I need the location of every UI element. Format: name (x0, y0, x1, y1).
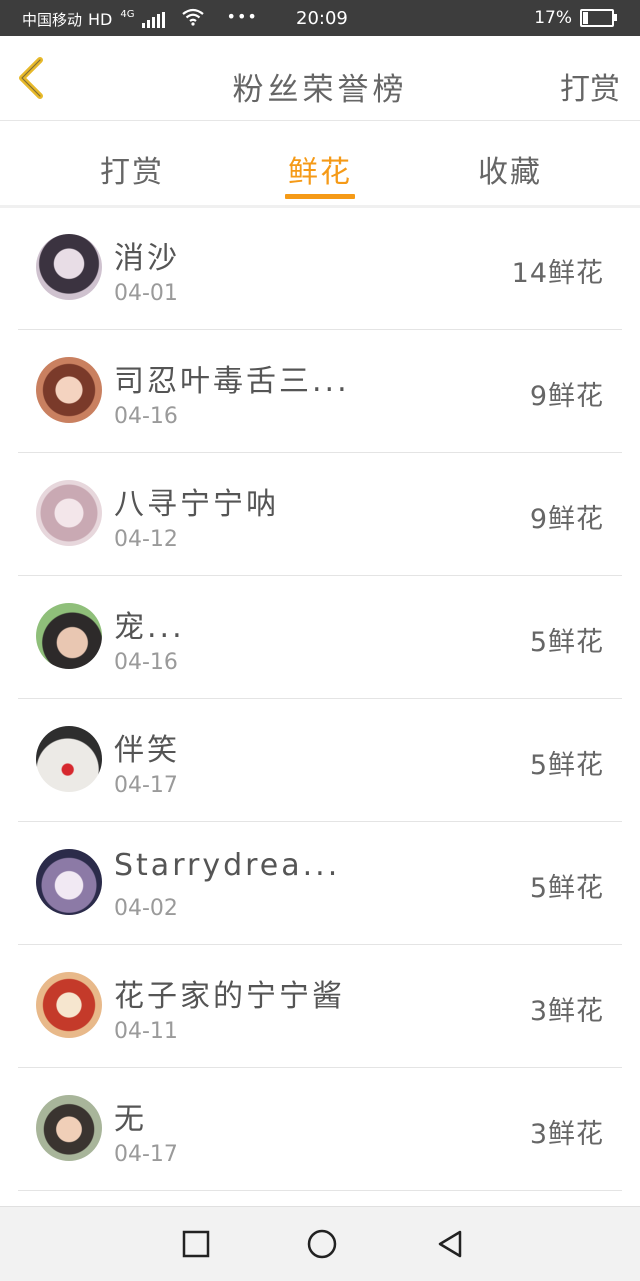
wifi-icon (181, 8, 205, 31)
flower-count: 3鲜花 (529, 1119, 604, 1150)
tab-favorites[interactable]: 收藏 (478, 147, 542, 191)
avatar (36, 1095, 102, 1161)
battery-icon (580, 9, 617, 27)
system-back-button[interactable] (434, 1228, 466, 1260)
system-nav-bar (0, 1206, 640, 1281)
tab-bar: 打赏 鲜花 收藏 (0, 121, 640, 208)
fan-date: 04-16 (114, 404, 178, 429)
avatar (36, 972, 102, 1038)
list-item[interactable]: 消沙 04-01 14鲜花 (18, 207, 622, 330)
fan-date: 04-11 (114, 1019, 178, 1044)
more-notifications-icon: ••• (226, 7, 258, 26)
list-item[interactable]: 花子家的宁宁酱 04-11 3鲜花 (18, 945, 622, 1068)
hd-label: HD (88, 10, 113, 29)
clock: 20:09 (296, 8, 348, 29)
status-bar: 中国移动 HD 4G ••• 20:09 17% (0, 0, 640, 36)
list-item[interactable]: Starrydrea... 04-02 5鲜花 (18, 822, 622, 945)
avatar (36, 357, 102, 423)
avatar (36, 849, 102, 915)
carrier-label: 中国移动 (22, 11, 83, 29)
active-tab-indicator (285, 194, 355, 199)
avatar (36, 726, 102, 792)
fan-date: 04-17 (114, 773, 178, 798)
battery-percent: 17% (534, 8, 572, 28)
list-item[interactable]: 伴笑 04-17 5鲜花 (18, 699, 622, 822)
fan-name: 消沙 (114, 241, 180, 276)
tip-button[interactable]: 打赏 (560, 64, 620, 108)
status-right: 17% (534, 8, 617, 28)
square-icon (182, 1230, 210, 1258)
flower-count: 5鲜花 (529, 873, 604, 904)
fan-name: 花子家的宁宁酱 (114, 979, 345, 1014)
home-button[interactable] (306, 1228, 338, 1260)
fan-date: 04-01 (114, 281, 178, 306)
fan-name: 伴笑 (114, 733, 180, 768)
circle-icon (307, 1229, 337, 1259)
list-item[interactable]: 八寻宁宁呐 04-12 9鲜花 (18, 453, 622, 576)
avatar (36, 603, 102, 669)
triangle-back-icon (438, 1230, 462, 1258)
avatar (36, 480, 102, 546)
fan-name: Starrydrea... (114, 848, 341, 883)
fan-date: 04-17 (114, 1142, 178, 1167)
signal-icon (141, 11, 165, 28)
list-item[interactable]: 宠... 04-16 5鲜花 (18, 576, 622, 699)
fan-list: 消沙 04-01 14鲜花 司忍叶毒舌三... 04-16 9鲜花 八寻宁宁呐 … (0, 207, 640, 1191)
tab-flowers[interactable]: 鲜花 (288, 147, 352, 191)
fan-date: 04-02 (114, 896, 178, 921)
flower-count: 5鲜花 (529, 627, 604, 658)
list-item[interactable]: 司忍叶毒舌三... 04-16 9鲜花 (18, 330, 622, 453)
fan-name: 无 (114, 1102, 147, 1137)
fan-date: 04-16 (114, 650, 178, 675)
flower-count: 9鲜花 (529, 381, 604, 412)
fan-name: 宠... (114, 610, 185, 645)
status-left: 中国移动 HD 4G ••• (22, 7, 258, 31)
recent-apps-button[interactable] (180, 1228, 212, 1260)
fan-name: 司忍叶毒舌三... (114, 364, 350, 399)
page-title: 粉丝荣誉榜 (232, 72, 408, 108)
flower-count: 9鲜花 (529, 504, 604, 535)
avatar (36, 234, 102, 300)
tab-tips[interactable]: 打赏 (100, 147, 164, 191)
app-header: 粉丝荣誉榜 打赏 (0, 36, 640, 121)
fan-name: 八寻宁宁呐 (114, 487, 279, 522)
network-type-label: 4G (120, 9, 135, 20)
list-item[interactable]: 无 04-17 3鲜花 (18, 1068, 622, 1191)
flower-count: 14鲜花 (511, 258, 604, 289)
flower-count: 5鲜花 (529, 750, 604, 781)
fan-date: 04-12 (114, 527, 178, 552)
flower-count: 3鲜花 (529, 996, 604, 1027)
